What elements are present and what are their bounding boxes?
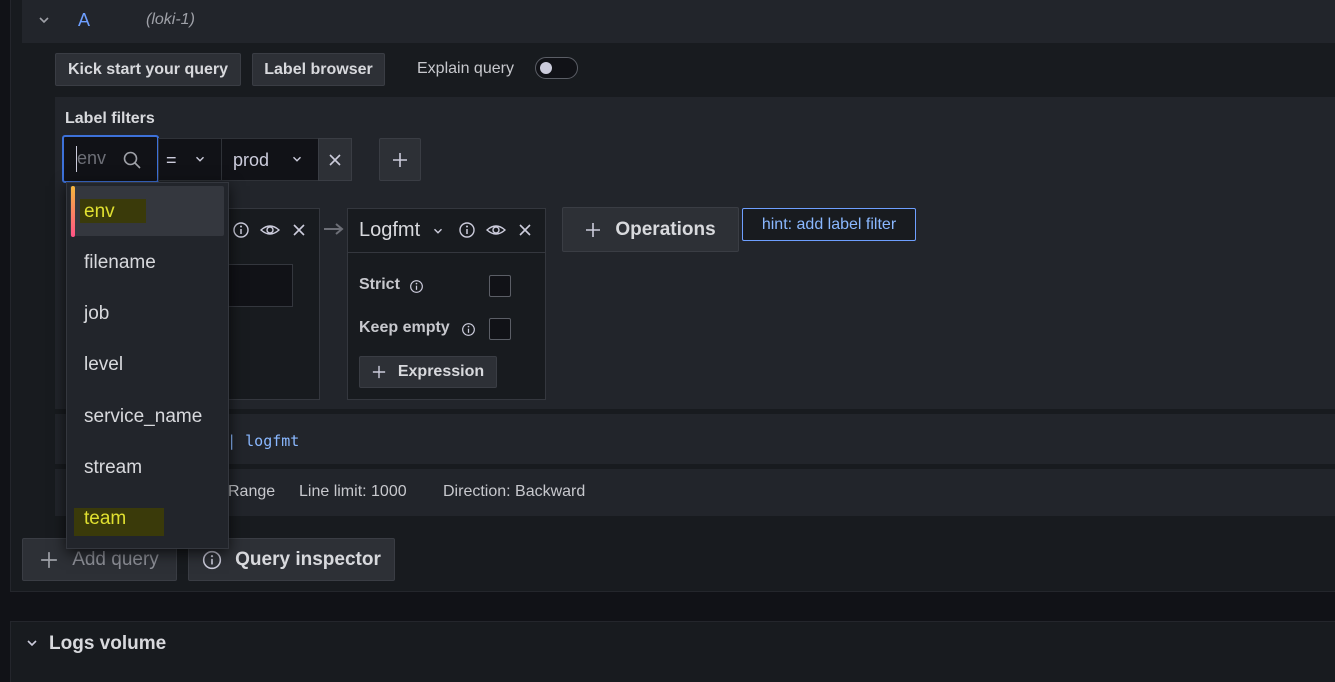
close-icon[interactable]	[293, 224, 305, 236]
remove-filter-button[interactable]	[318, 138, 352, 181]
option-range: Range	[228, 483, 276, 500]
chevron-down-icon[interactable]	[431, 224, 445, 238]
chevron-down-icon	[290, 152, 304, 166]
info-icon[interactable]	[232, 221, 250, 239]
dropdown-item-team[interactable]: team	[84, 508, 126, 530]
explain-query-label: Explain query	[417, 60, 514, 77]
info-icon[interactable]	[461, 322, 476, 337]
dropdown-item-env[interactable]: env	[84, 201, 115, 223]
plus-icon	[372, 365, 386, 379]
keep-empty-label: Keep empty	[359, 319, 450, 336]
query-inspector-label: Query inspector	[235, 548, 381, 570]
query-header	[22, 0, 1335, 43]
eye-icon[interactable]	[486, 221, 506, 239]
strict-checkbox[interactable]	[489, 275, 511, 297]
hint-add-label-filter[interactable]: hint: add label filter	[742, 208, 916, 241]
add-query-label: Add query	[72, 548, 159, 570]
close-icon	[328, 153, 342, 167]
operator-select[interactable]: =	[158, 138, 222, 181]
operations-label: Operations	[615, 218, 716, 240]
logs-volume-title[interactable]: Logs volume	[49, 633, 166, 655]
dropdown-item-level[interactable]: level	[84, 354, 123, 376]
chevron-down-icon[interactable]	[36, 12, 52, 28]
close-icon[interactable]	[519, 224, 531, 236]
operation-param-input[interactable]	[225, 264, 293, 307]
info-icon[interactable]	[409, 279, 424, 294]
option-direction: Direction: Backward	[443, 483, 586, 500]
operation-title[interactable]: Logfmt	[359, 219, 420, 242]
kick-start-button[interactable]: Kick start your query	[55, 53, 241, 86]
query-letter[interactable]: A	[78, 10, 90, 31]
label-browser-button[interactable]: Label browser	[252, 53, 385, 86]
arrow-right-icon	[323, 221, 345, 237]
operator-value: =	[166, 150, 177, 170]
eye-icon[interactable]	[260, 221, 280, 239]
explain-query-toggle[interactable]	[535, 57, 578, 79]
search-icon	[122, 150, 142, 170]
plus-icon	[585, 222, 601, 238]
value-select[interactable]: prod	[221, 138, 319, 181]
expression-label: Expression	[397, 363, 485, 380]
keep-empty-checkbox[interactable]	[489, 318, 511, 340]
logs-volume-panel	[10, 621, 1335, 682]
dropdown-item-service-name[interactable]: service_name	[84, 406, 202, 428]
chevron-down-icon	[193, 152, 207, 166]
plus-icon	[392, 152, 408, 168]
add-filter-button[interactable]	[379, 138, 421, 181]
label-select-placeholder: env	[77, 148, 107, 168]
strict-label: Strict	[359, 276, 400, 293]
info-icon	[202, 550, 222, 570]
option-line-limit: Line limit: 1000	[299, 483, 407, 500]
plus-icon	[40, 551, 58, 569]
toggle-knob	[540, 62, 552, 74]
info-icon[interactable]	[458, 221, 476, 239]
query-datasource: (loki-1)	[146, 11, 195, 28]
label-filters-title: Label filters	[65, 110, 155, 127]
dropdown-item-stream[interactable]: stream	[84, 457, 142, 479]
dropdown-active-indicator	[71, 186, 75, 237]
dropdown-item-filename[interactable]: filename	[84, 252, 156, 274]
add-operations-button[interactable]: Operations	[562, 207, 739, 252]
value-text: prod	[233, 150, 270, 170]
dropdown-item-job[interactable]: job	[84, 303, 109, 325]
add-expression-button[interactable]: Expression	[359, 356, 497, 388]
chevron-down-icon[interactable]	[24, 635, 40, 651]
